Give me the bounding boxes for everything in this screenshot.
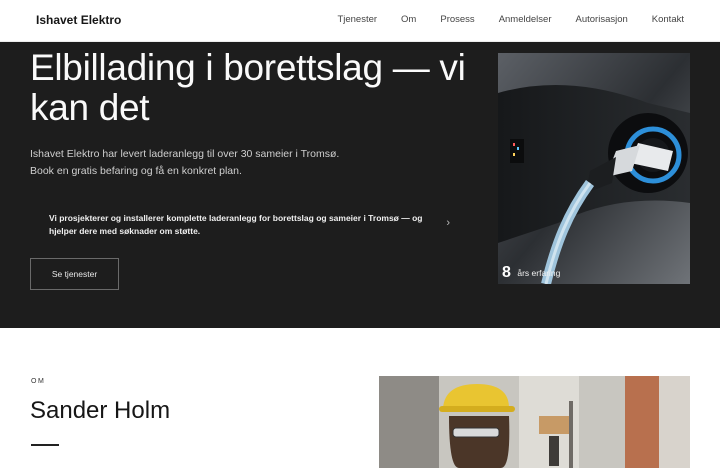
experience-stat: 8 års erfaring [502, 264, 560, 282]
chevron-right-icon: › [446, 217, 450, 229]
nav-item-om[interactable]: Om [401, 14, 416, 25]
nav-item-anmeldelser[interactable]: Anmeldelser [499, 14, 552, 25]
electrician-portrait-icon [379, 376, 690, 468]
about-section: OM Sander Holm [0, 328, 720, 468]
hero-card-text: Vi prosjekterer og installerer komplette… [49, 213, 423, 236]
stat-label: års erfaring [517, 268, 561, 278]
hero-intro: Ishavet Elektro har levert laderanlegg t… [30, 146, 470, 180]
section-divider [31, 444, 59, 446]
nav-item-prosess[interactable]: Prosess [440, 14, 474, 25]
brand-logo[interactable]: Ishavet Elektro [36, 13, 121, 27]
ev-charger-plug-icon [498, 53, 690, 284]
electrician-portrait-image [379, 376, 690, 468]
main-nav: Tjenester Om Prosess Anmeldelser Autoris… [313, 14, 684, 25]
about-name: Sander Holm [30, 397, 171, 424]
stat-number: 8 [502, 264, 511, 281]
ev-charger-image [498, 53, 690, 284]
se-tjenester-button[interactable]: Se tjenester [30, 258, 119, 290]
hero-info-card[interactable]: Vi prosjekterer og installerer komplette… [30, 202, 470, 250]
site-header: Ishavet Elektro Tjenester Om Prosess Anm… [0, 0, 720, 42]
nav-item-kontakt[interactable]: Kontakt [652, 14, 684, 25]
nav-item-tjenester[interactable]: Tjenester [337, 14, 377, 25]
hero-intro-line2: Book en gratis befaring og få en konkret… [30, 165, 242, 177]
nav-item-autorisasjon[interactable]: Autorisasjon [576, 14, 628, 25]
hero-title: Elbillading i borettslag — vi kan det [30, 47, 466, 128]
hero-section: Elbillading i borettslag — vi kan det Is… [0, 42, 720, 328]
hero-intro-line1: Ishavet Elektro har levert laderanlegg t… [30, 148, 340, 160]
section-eyebrow: OM [31, 378, 46, 385]
